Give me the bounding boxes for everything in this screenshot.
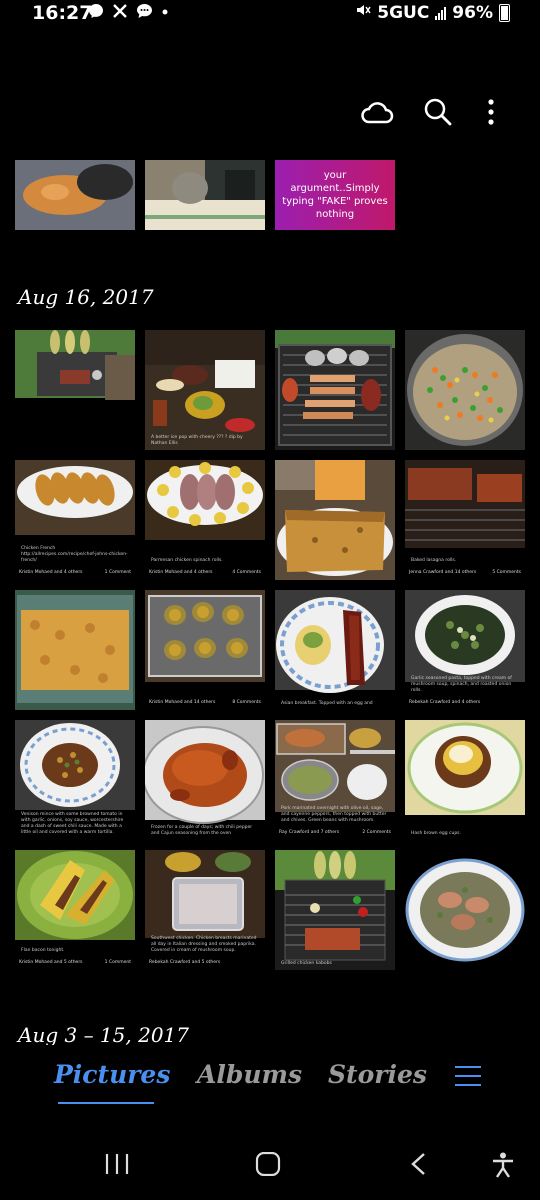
- status-time: 16:27: [32, 2, 93, 24]
- photo-thumbnail[interactable]: Asian breakfast. Topped with an egg and: [275, 590, 395, 710]
- cloud-icon[interactable]: [357, 92, 397, 132]
- network-label: 5GUC: [377, 2, 430, 23]
- photo-thumbnail[interactable]: Venison mince with some browned tomato i…: [15, 720, 135, 840]
- photo-thumbnail[interactable]: Chicken French http://allrecipes.com/rec…: [15, 460, 135, 580]
- photo-thumbnail[interactable]: Hash brown egg cups.: [405, 720, 525, 840]
- photo-thumbnail[interactable]: [275, 460, 395, 580]
- photo-row: your argument..Simply typing "FAKE" prov…: [15, 160, 395, 230]
- search-icon[interactable]: [418, 92, 458, 132]
- accessibility-icon[interactable]: [491, 1152, 515, 1182]
- dot-icon: [161, 3, 169, 24]
- photo-row: A better ice pop with cheery ??? ? dip b…: [15, 330, 525, 450]
- x-icon: [112, 3, 128, 24]
- photo-row: Kristin Mohaed and 14 others 8 Comments A…: [15, 590, 525, 710]
- home-icon[interactable]: [255, 1151, 281, 1180]
- photo-thumbnail[interactable]: Southwest chicken. Chicken breasts marin…: [145, 850, 265, 970]
- status-right: 5GUC 96%: [355, 2, 510, 23]
- photo-gallery[interactable]: your argument..Simply typing "FAKE" prov…: [0, 155, 540, 1045]
- photo-thumbnail[interactable]: A better ice pop with cheery ??? ? dip b…: [145, 330, 265, 450]
- active-tab-indicator: [58, 1102, 154, 1104]
- mute-icon: [355, 2, 371, 23]
- photo-thumbnail[interactable]: Pork marinated overnight with olive oil,…: [275, 720, 395, 840]
- photo-row: Chicken French http://allrecipes.com/rec…: [15, 460, 525, 580]
- photo-thumbnail[interactable]: Flan bacon tonight. Kristin Mohaed and 5…: [15, 850, 135, 970]
- back-icon[interactable]: [408, 1152, 428, 1180]
- battery-label: 96%: [452, 2, 493, 23]
- photo-thumbnail[interactable]: Frozen for a couple of days; with chili …: [145, 720, 265, 840]
- more-icon[interactable]: [471, 92, 511, 132]
- photo-thumbnail[interactable]: [15, 160, 135, 230]
- photo-thumbnail[interactable]: [275, 330, 395, 450]
- tab-pictures[interactable]: Pictures: [54, 1060, 170, 1089]
- photo-thumbnail[interactable]: [405, 330, 525, 450]
- messenger-icon: [88, 3, 104, 24]
- system-navbar: [0, 1130, 540, 1200]
- tab-albums[interactable]: Albums: [197, 1060, 302, 1089]
- photo-thumbnail[interactable]: [405, 850, 525, 970]
- photo-thumbnail[interactable]: Grilled chicken kabobs: [275, 850, 395, 970]
- menu-icon[interactable]: [455, 1066, 481, 1093]
- battery-icon: [499, 3, 510, 22]
- photo-thumbnail[interactable]: [145, 160, 265, 230]
- notification-icons: [88, 3, 169, 24]
- photo-thumbnail[interactable]: Baked lasagna rolls. Jenna Crawford and …: [405, 460, 525, 580]
- photo-thumbnail[interactable]: [15, 590, 135, 710]
- signal-icon: [435, 6, 447, 20]
- photo-thumbnail[interactable]: [15, 330, 135, 450]
- photo-thumbnail[interactable]: Garlic seasoned pasta, topped with cream…: [405, 590, 525, 710]
- chat-icon: [136, 3, 153, 24]
- tab-bar: Pictures Albums Stories: [0, 1060, 540, 1110]
- photo-thumbnail[interactable]: your argument..Simply typing "FAKE" prov…: [275, 160, 395, 230]
- date-header: Aug 16, 2017: [18, 285, 154, 309]
- photo-row: Flan bacon tonight. Kristin Mohaed and 5…: [15, 850, 525, 970]
- meme-text: your argument..Simply typing "FAKE" prov…: [282, 170, 388, 220]
- photo-thumbnail[interactable]: Kristin Mohaed and 14 others 8 Comments: [145, 590, 265, 710]
- photo-thumbnail[interactable]: Parmesan chicken spinach rolls. Kristin …: [145, 460, 265, 580]
- date-header: Aug 3 – 15, 2017: [18, 1023, 189, 1045]
- recents-icon[interactable]: [104, 1152, 130, 1180]
- tab-stories[interactable]: Stories: [328, 1060, 427, 1089]
- status-bar: 16:27 5GUC 96%: [0, 0, 540, 26]
- photo-row: Venison mince with some browned tomato i…: [15, 720, 525, 840]
